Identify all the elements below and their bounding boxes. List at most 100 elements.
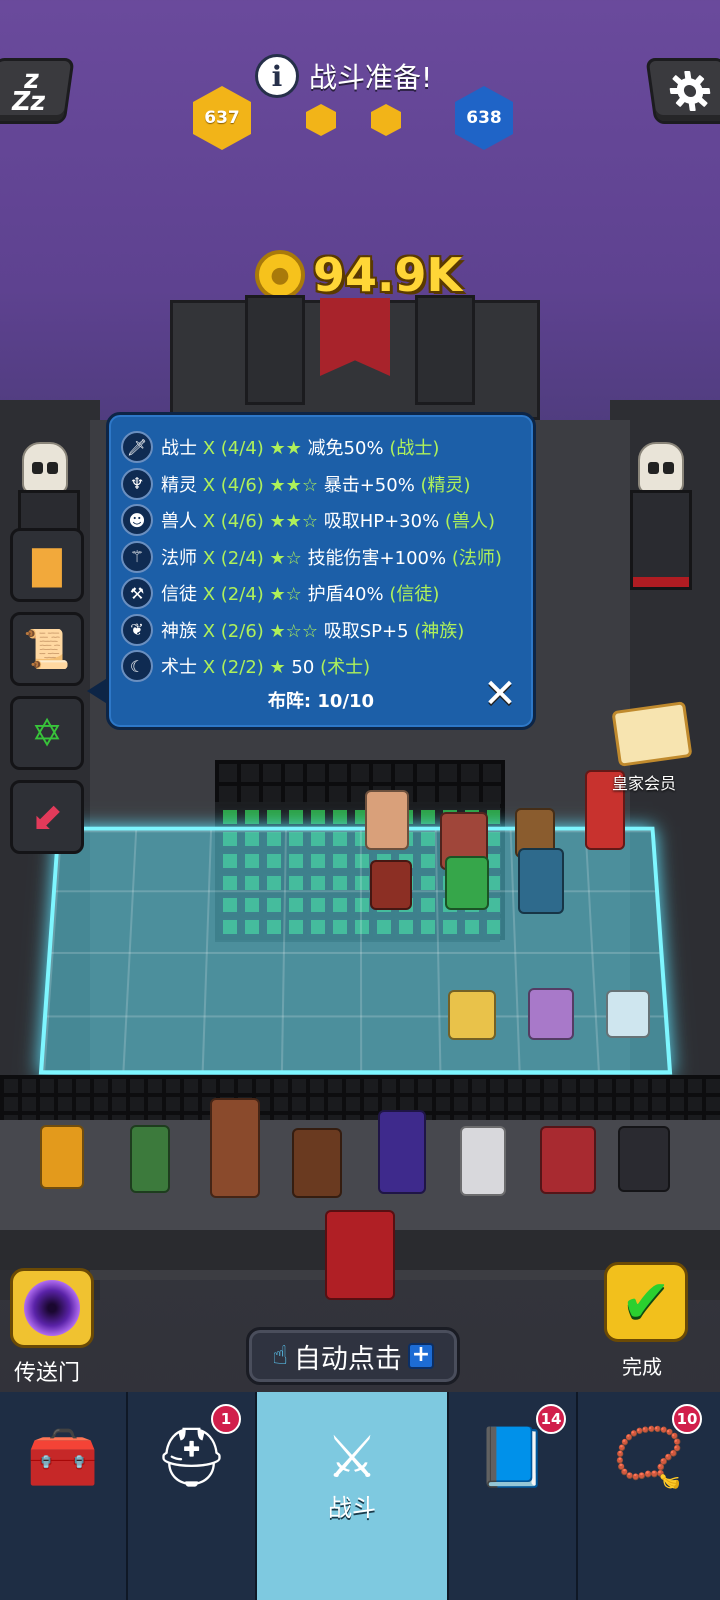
synergy-button[interactable]: ✡ (10, 696, 84, 770)
bench-unit[interactable] (540, 1126, 596, 1194)
bottom-tab-bar: 🧰 ⛑ 1 ⚔ 战斗 📘 14 📿 10 (0, 1392, 720, 1600)
hero-unit[interactable] (370, 860, 412, 910)
synergy-name: 战士 (161, 438, 197, 460)
portal-button[interactable] (10, 1268, 94, 1348)
plus-icon[interactable]: + (407, 1343, 434, 1369)
gold-coin-icon: ● (255, 250, 305, 300)
settings-button[interactable] (645, 58, 720, 124)
hero-unit[interactable] (528, 988, 574, 1040)
scroll-icon: 📜 (23, 626, 71, 671)
phase-title: 战斗准备! (309, 61, 433, 94)
castle-tower (245, 295, 305, 405)
synergy-name: 信徒 (161, 584, 197, 606)
synergy-row: ♆ 精灵 X (4/6) ★★☆ 暴击+50% (精灵) (121, 466, 519, 503)
synergy-name: 术士 (161, 657, 197, 679)
synergy-name: 精灵 (161, 474, 197, 496)
synergy-stars: ★★☆ (269, 474, 318, 496)
elf-icon: ♆ (121, 467, 153, 500)
synergy-panel: 🗡 战士 X (4/4) ★★ 减免50% (战士) ♆ 精灵 X (4/6) ★★☆… (87, 412, 536, 730)
synergy-stars: ★★ (269, 438, 302, 460)
ranking-button[interactable]: ▇ (10, 528, 84, 602)
synergy-tag: (神族) (414, 620, 465, 642)
gear-icon (669, 71, 711, 111)
skull-icon (638, 442, 684, 494)
warlock-icon: ☾ (121, 650, 153, 683)
amulet-icon: 📿 (612, 1423, 686, 1491)
bench-unit[interactable] (378, 1110, 426, 1194)
synergy-count: X (2/6) (202, 620, 264, 642)
tab-spellbook[interactable]: 📘 14 (449, 1392, 578, 1600)
synergy-effect: 吸取HP+30% (323, 511, 440, 533)
auto-click-button[interactable]: ☝ 自动点击 + (246, 1327, 460, 1385)
synergy-count: X (4/6) (202, 511, 264, 533)
synergy-effect: 技能伤害+100% (307, 547, 447, 569)
wand-icon: ⚚ (121, 540, 153, 573)
bench-unit[interactable] (618, 1126, 670, 1192)
bench-unit[interactable] (292, 1128, 342, 1198)
royal-member-card-icon[interactable] (611, 701, 693, 767)
synergy-name: 神族 (161, 620, 197, 642)
synergy-name: 法师 (161, 547, 197, 569)
hero-unit[interactable] (365, 790, 409, 850)
hero-unit[interactable] (606, 990, 650, 1038)
bench-grate (0, 1075, 720, 1125)
sleep-button[interactable]: z Zz (0, 58, 75, 124)
synergy-name: 兽人 (161, 511, 197, 533)
formation-label: 布阵: (267, 691, 312, 712)
gold-display: ● 94.9K (255, 248, 462, 302)
sword-icon: 🗡 (121, 431, 153, 464)
notification-badge: 1 (211, 1404, 241, 1434)
synergy-count: X (2/4) (202, 584, 264, 606)
bench-unit[interactable] (460, 1126, 506, 1196)
synergy-count: X (2/4) (202, 547, 264, 569)
done-label: 完成 (622, 1355, 662, 1379)
synergy-text: 法师 X (2/4) ★☆ 技能伤害+100% (法师) (161, 544, 502, 570)
collapse-button[interactable]: ⬋ (10, 780, 84, 854)
synergy-text: 战士 X (4/4) ★★ 减免50% (战士) (161, 434, 439, 460)
hero-unit[interactable] (448, 990, 496, 1040)
synergy-count: X (2/2) (202, 657, 264, 679)
bench-unit[interactable] (210, 1098, 260, 1198)
tab-heroes[interactable]: ⛑ 1 (128, 1392, 257, 1600)
round-marker-icon (306, 104, 336, 136)
synergy-effect: 吸取SP+5 (323, 620, 409, 642)
tab-battle-label: 战斗 (328, 1494, 376, 1522)
tab-amulet[interactable]: 📿 10 (578, 1392, 720, 1600)
synergy-tag: (兽人) (444, 511, 495, 533)
royal-member-label[interactable]: 皇家会员 (612, 770, 676, 794)
bench-unit[interactable] (40, 1125, 84, 1189)
round-marker-icon (371, 104, 401, 136)
auto-click-label: 自动点击 (293, 1343, 402, 1375)
synergy-effect: 护盾40% (307, 584, 384, 606)
tab-treasure[interactable]: 🧰 (0, 1392, 128, 1600)
tab-battle[interactable]: ⚔ 战斗 (257, 1392, 449, 1600)
close-icon[interactable]: ✕ (479, 671, 521, 717)
podium-icon: ▇ (32, 543, 62, 587)
synergy-effect: 暴击+50% (323, 474, 415, 496)
synergy-row: 🗡 战士 X (4/4) ★★ 减免50% (战士) (121, 429, 519, 466)
done-button[interactable]: ✔ (604, 1262, 688, 1342)
battle-board[interactable] (38, 826, 673, 1075)
gold-amount: 94.9K (313, 248, 463, 302)
hero-unit[interactable] (518, 848, 564, 914)
synergy-stars: ★☆☆ (269, 620, 318, 642)
synergy-row: ❦ 神族 X (2/6) ★☆☆ 吸取SP+5 (神族) (121, 612, 519, 649)
scroll-button[interactable]: 📜 (10, 612, 84, 686)
portal-label: 传送门 (14, 1361, 81, 1386)
synergy-text: 神族 X (2/6) ★☆☆ 吸取SP+5 (神族) (161, 617, 464, 643)
viking-helmet-icon: ⛑ (154, 1423, 229, 1491)
synergy-stars: ★ (269, 657, 286, 679)
synergy-effect: 减免50% (307, 438, 384, 460)
synergy-tag: (精灵) (420, 474, 471, 496)
portal-icon (24, 1280, 80, 1336)
synergy-count: X (4/4) (202, 438, 264, 460)
hero-unit[interactable] (445, 856, 489, 910)
info-icon[interactable]: i (255, 54, 299, 98)
dragon-unit[interactable] (325, 1210, 395, 1300)
notification-badge: 10 (672, 1404, 702, 1434)
bench-unit[interactable] (130, 1125, 170, 1193)
synergy-tag: (信徒) (389, 584, 440, 606)
spellbook-icon: 📘 (476, 1423, 549, 1491)
crossed-swords-icon: ⚔ (326, 1423, 378, 1491)
hexagram-icon: ✡ (31, 711, 63, 755)
